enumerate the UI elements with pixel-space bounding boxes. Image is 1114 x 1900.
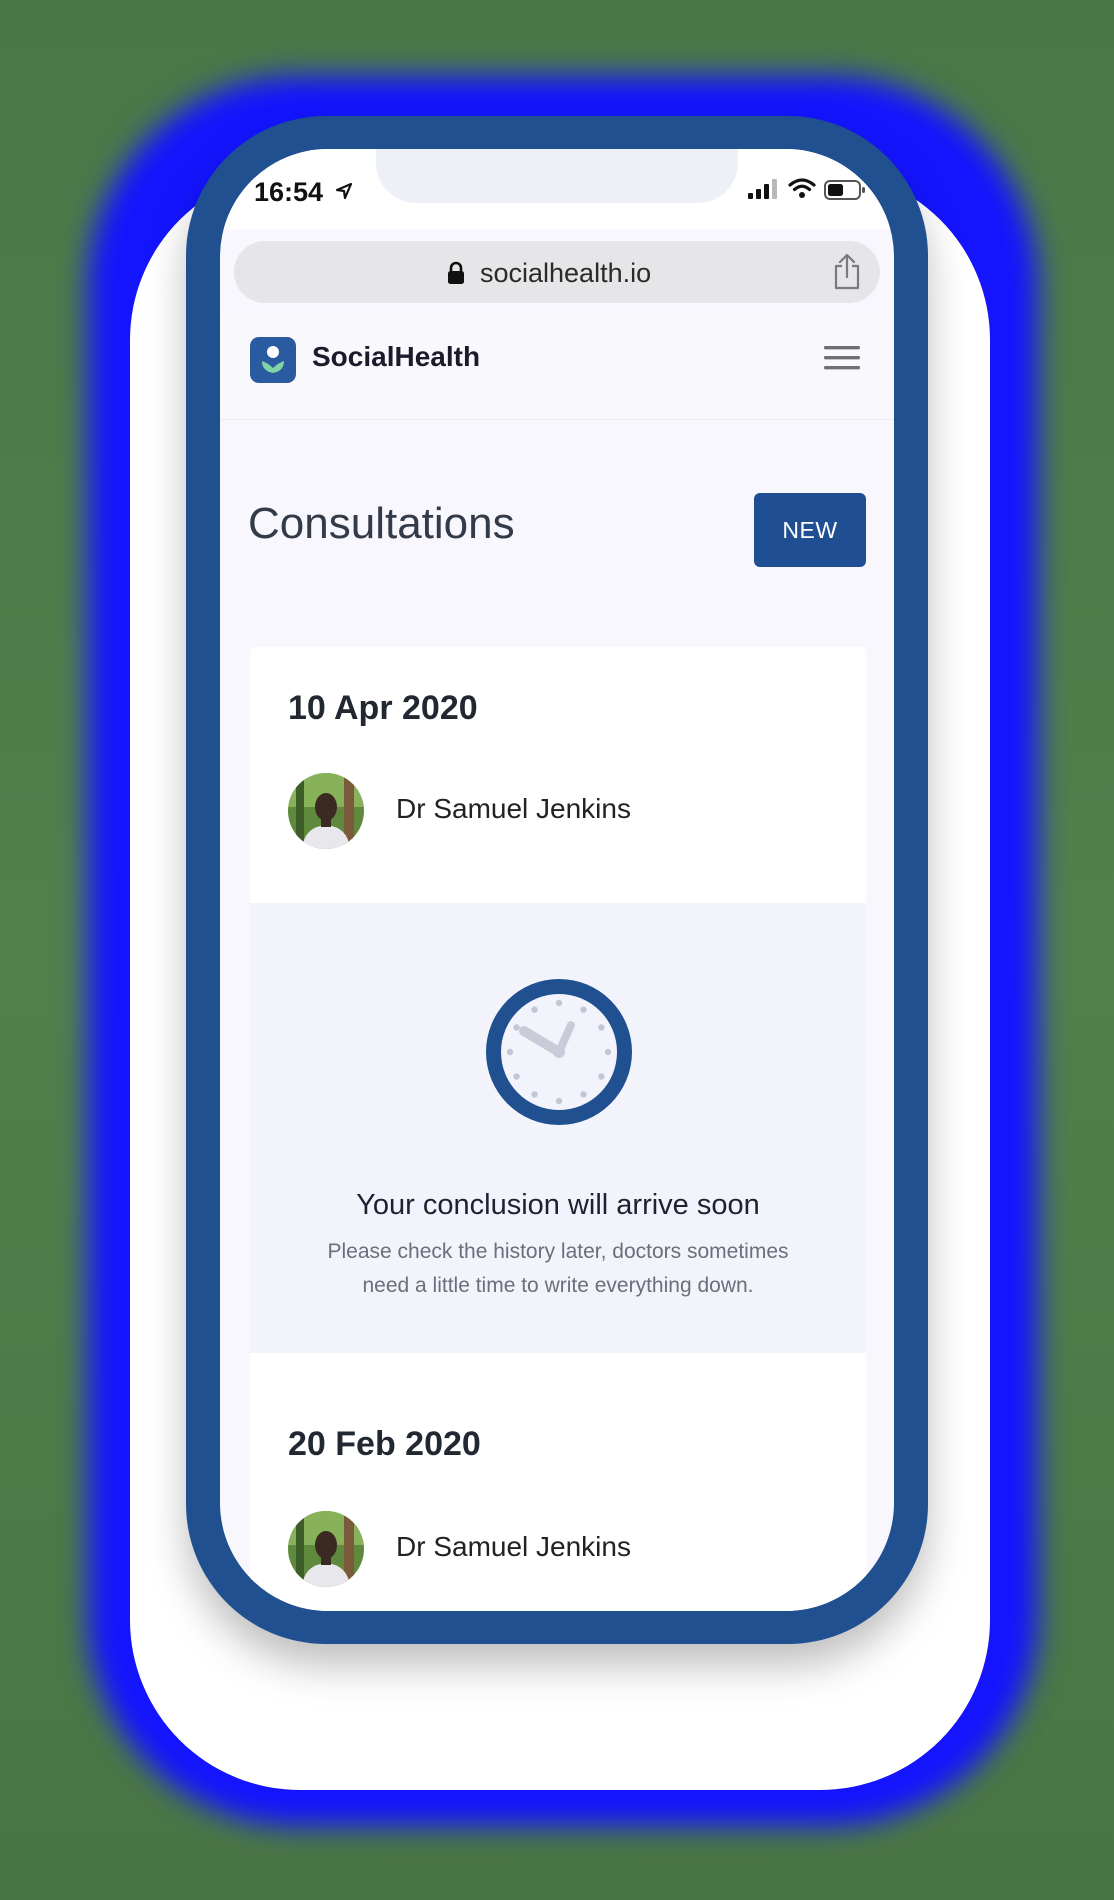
consultation-date: 20 Feb 2020 (288, 1425, 481, 1463)
doctor-avatar (288, 773, 364, 849)
conclusion-description: Please check the history later, doctors … (327, 1240, 789, 1297)
conclusion-title: Your conclusion will arrive soon (356, 1189, 760, 1221)
consultation-card[interactable]: 20 Feb 2020 Dr Samuel Jenkins (250, 1383, 866, 1611)
phone-notch (376, 149, 738, 203)
new-consultation-button[interactable]: NEW (754, 493, 866, 567)
brand-name[interactable]: SocialHealth (312, 341, 480, 373)
signal-icon (748, 179, 777, 199)
logo-icon[interactable] (250, 337, 296, 383)
wifi-icon (788, 178, 816, 198)
doctor-avatar (288, 1511, 364, 1587)
url-text: socialhealth.io (480, 258, 652, 288)
lock-icon (448, 261, 464, 284)
consultation-card[interactable]: 10 Apr 2020 Dr Samuel Jenkins Your concl… (250, 647, 866, 1503)
conclusion-pending-panel: Your conclusion will arrive soon Please … (250, 903, 866, 1353)
app-header: SocialHealth (220, 315, 894, 420)
doctor-name: Dr Samuel Jenkins (396, 793, 631, 824)
phone-screen: 16:54 socialhealth.io SocialHealth Consu… (220, 149, 894, 1611)
battery-icon (824, 180, 865, 200)
location-arrow-icon (335, 182, 353, 200)
doctor-name: Dr Samuel Jenkins (396, 1531, 631, 1562)
page-title: Consultations (248, 499, 515, 548)
consultation-date: 10 Apr 2020 (288, 689, 478, 727)
clock-icon (486, 979, 632, 1125)
status-time: 16:54 (254, 177, 324, 207)
address-bar[interactable]: socialhealth.io (234, 241, 880, 303)
menu-icon[interactable] (824, 345, 860, 371)
share-icon[interactable] (832, 253, 862, 291)
